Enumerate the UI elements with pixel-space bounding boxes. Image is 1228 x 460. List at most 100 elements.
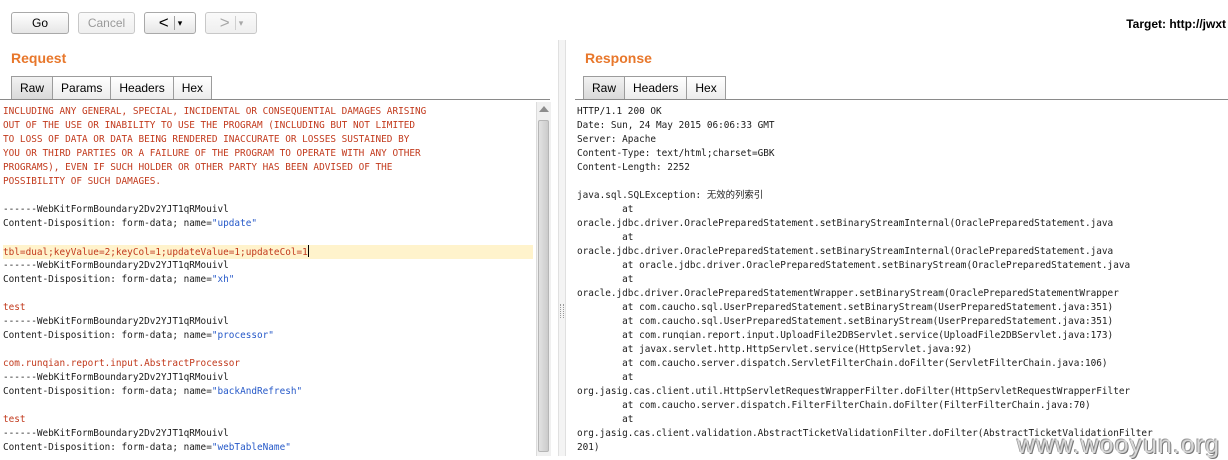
request-line-value: "backAndRefresh" (211, 386, 303, 397)
request-panel: Request Raw Params Headers Hex INCLUDING… (0, 44, 556, 456)
response-panel: Response Raw Headers Hex HTTP/1.1 200 OK… (565, 44, 1228, 456)
response-line: at (577, 274, 634, 285)
response-line: at (577, 372, 634, 383)
response-line: at com.caucho.server.dispatch.ServletFil… (577, 358, 1108, 369)
request-line: Content-Disposition: form-data; name="xh… (3, 273, 533, 287)
request-line-text: PROGRAMS), EVEN IF SUCH HOLDER OR OTHER … (3, 162, 393, 173)
request-line-text: Content-Disposition: form-data; name= (3, 442, 212, 453)
response-tabs: Raw Headers Hex (583, 76, 726, 100)
tab-params[interactable]: Params (52, 76, 112, 99)
request-title: Request (11, 50, 67, 66)
tab-hex[interactable]: Hex (686, 76, 726, 99)
tab-divider (575, 99, 1228, 100)
tab-headers[interactable]: Headers (624, 76, 688, 99)
tab-raw[interactable]: Raw (583, 76, 626, 99)
text-caret (307, 245, 309, 257)
request-line: ------WebKitFormBoundary2Dv2YJT1qRMouivl (3, 259, 533, 273)
request-line: Content-Disposition: form-data; name="pr… (3, 329, 533, 343)
target-label: Target: http://jwxt (1126, 17, 1226, 31)
request-line: ------WebKitFormBoundary2Dv2YJT1qRMouivl (3, 203, 533, 217)
request-line-text: ------WebKitFormBoundary2Dv2YJT1qRMouivl (3, 316, 229, 327)
request-line-value: "xh" (211, 274, 235, 285)
request-line-text: OUT OF THE USE OR INABILITY TO USE THE P… (3, 120, 416, 131)
request-line-value: "webTableName" (211, 442, 291, 453)
scroll-up-icon[interactable] (539, 106, 549, 112)
request-line: TO LOSS OF DATA OR DATA BEING RENDERED I… (3, 133, 533, 147)
response-line: at oracle.jdbc.driver.OraclePreparedStat… (577, 260, 1131, 271)
request-line-text: ------WebKitFormBoundary2Dv2YJT1qRMouivl (3, 428, 229, 439)
response-line (577, 175, 1228, 189)
request-scrollbar[interactable] (536, 102, 551, 456)
response-viewer[interactable]: HTTP/1.1 200 OK Date: Sun, 24 May 2015 06… (577, 105, 1228, 456)
request-line-text: Content-Disposition: form-data; name= (3, 330, 212, 341)
request-line: test (3, 413, 533, 427)
request-tabs: Raw Params Headers Hex (11, 76, 213, 100)
request-line-value: "processor" (211, 330, 274, 341)
request-line: Content-Disposition: form-data; name="ba… (3, 385, 533, 399)
grip-icon[interactable] (560, 304, 564, 318)
request-line-text: ------WebKitFormBoundary2Dv2YJT1qRMouivl (3, 260, 229, 271)
request-line: INCLUDING ANY GENERAL, SPECIAL, INCIDENT… (3, 105, 533, 119)
request-line-text: tbl=dual;keyValue=2;keyCol=1;updateValue… (3, 247, 308, 258)
request-line-text: INCLUDING ANY GENERAL, SPECIAL, INCIDENT… (3, 106, 427, 117)
tab-hex[interactable]: Hex (172, 76, 213, 99)
response-line: at com.caucho.sql.UserPreparedStatement.… (577, 316, 1114, 327)
response-line: Server: Apache (577, 134, 657, 145)
request-line: OUT OF THE USE OR INABILITY TO USE THE P… (3, 119, 533, 133)
request-line-text: Content-Disposition: form-data; name= (3, 218, 212, 229)
response-line: HTTP/1.1 200 OK (577, 106, 662, 117)
request-line: test (3, 301, 533, 315)
request-editor[interactable]: INCLUDING ANY GENERAL, SPECIAL, INCIDENT… (3, 105, 533, 456)
request-line-text: TO LOSS OF DATA OR DATA BEING RENDERED I… (3, 134, 410, 145)
response-line: at com.caucho.sql.UserPreparedStatement.… (577, 302, 1114, 313)
response-title: Response (585, 50, 652, 66)
response-line: oracle.jdbc.driver.OraclePreparedStateme… (577, 246, 1114, 257)
back-button[interactable]: < ▾ (144, 12, 196, 34)
response-line: oracle.jdbc.driver.OraclePreparedStateme… (577, 288, 1119, 299)
request-line: ------WebKitFormBoundary2Dv2YJT1qRMouivl (3, 427, 533, 441)
request-line-text: YOU OR THIRD PARTIES OR A FAILURE OF THE… (3, 148, 421, 159)
response-line: at (577, 204, 634, 215)
request-line (3, 343, 533, 357)
request-line-text: ------WebKitFormBoundary2Dv2YJT1qRMouivl (3, 372, 229, 383)
request-line: PROGRAMS), EVEN IF SUCH HOLDER OR OTHER … (3, 161, 533, 175)
forward-arrow-icon: > (219, 13, 230, 32)
request-line: ------WebKitFormBoundary2Dv2YJT1qRMouivl (3, 315, 533, 329)
request-line: Content-Disposition: form-data; name="up… (3, 217, 533, 231)
response-line: oracle.jdbc.driver.OraclePreparedStateme… (577, 218, 1114, 229)
chevron-down-icon[interactable]: ▾ (239, 18, 249, 29)
request-line: POSSIBILITY OF SUCH DAMAGES. (3, 175, 533, 189)
tab-raw[interactable]: Raw (11, 76, 54, 99)
request-line-text: com.runqian.report.input.AbstractProcess… (3, 358, 241, 369)
tab-divider (0, 99, 550, 100)
request-line-text: ------WebKitFormBoundary2Dv2YJT1qRMouivl (3, 204, 229, 215)
response-line: java.sql.SQLException: 无效的列索引 (577, 190, 764, 201)
separator (173, 16, 175, 30)
tab-headers[interactable]: Headers (110, 76, 174, 99)
response-line: at com.runqian.report.input.UploadFile2D… (577, 330, 1114, 341)
forward-button[interactable]: > ▾ (205, 12, 257, 34)
request-line: YOU OR THIRD PARTIES OR A FAILURE OF THE… (3, 147, 533, 161)
response-line: org.jasig.cas.client.util.HttpServletReq… (577, 386, 1131, 397)
request-line: ------WebKitFormBoundary2Dv2YJT1qRMouivl (3, 371, 533, 385)
request-line-text: Content-Disposition: form-data; name= (3, 274, 212, 285)
request-line: com.runqian.report.input.AbstractProcess… (3, 357, 533, 371)
cancel-button[interactable]: Cancel (78, 12, 135, 34)
request-line: tbl=dual;keyValue=2;keyCol=1;updateValue… (3, 245, 533, 259)
go-button[interactable]: Go (11, 12, 69, 34)
toolbar: Go Cancel < ▾ > ▾ Target: http://jwxt (0, 0, 1228, 44)
request-line-text: POSSIBILITY OF SUCH DAMAGES. (3, 176, 162, 187)
request-line (3, 287, 533, 301)
request-line: Content-Disposition: form-data; name="we… (3, 441, 533, 455)
response-line: at javax.servlet.http.HttpServlet.servic… (577, 344, 973, 355)
back-arrow-icon: < (158, 13, 169, 32)
response-line: at (577, 232, 634, 243)
response-line: at (577, 414, 634, 425)
chevron-down-icon[interactable]: ▾ (178, 18, 188, 29)
response-line: Date: Sun, 24 May 2015 06:06:33 GMT (577, 120, 775, 131)
scroll-thumb[interactable] (538, 120, 549, 452)
response-line: Content-Length: 2252 (577, 162, 690, 173)
request-line (3, 189, 533, 203)
request-line (3, 399, 533, 413)
request-line-text: Content-Disposition: form-data; name= (3, 386, 212, 397)
